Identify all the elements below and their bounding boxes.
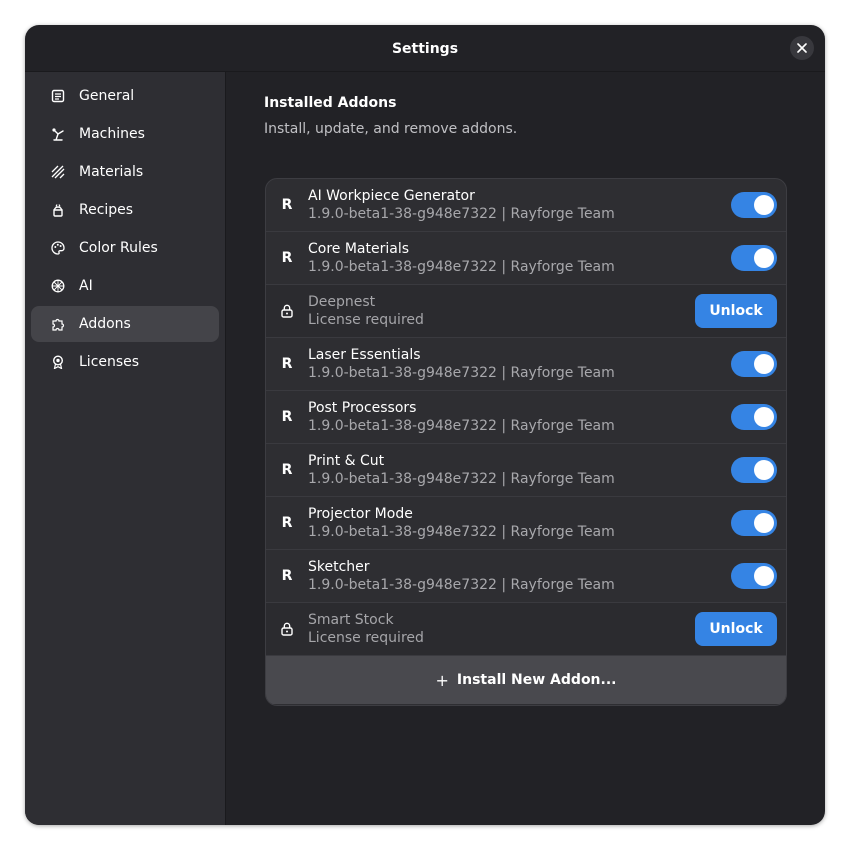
window-title: Settings <box>391 40 459 57</box>
sidebar-nav: General Machines Materials Recipes Color… <box>31 78 219 382</box>
addon-row-print-and-cut: R Print & Cut 1.9.0-beta1-38-g948e7322 |… <box>266 444 786 497</box>
addon-row-ai-workpiece-generator: R AI Workpiece Generator 1.9.0-beta1-38-… <box>266 179 786 232</box>
recipes-icon <box>51 203 65 217</box>
rayforge-icon: R <box>281 197 293 213</box>
toggle-knob <box>754 513 774 533</box>
addon-row-deepnest: Deepnest License required Unlock <box>266 285 786 338</box>
addon-name: Sketcher <box>308 559 370 575</box>
addons-page: Installed Addons Install, update, and re… <box>226 72 825 825</box>
sidebar-item-recipes[interactable]: Recipes <box>31 192 219 228</box>
sidebar-item-licenses[interactable]: Licenses <box>31 344 219 380</box>
addon-toggle[interactable] <box>731 192 777 218</box>
addon-name: Projector Mode <box>308 506 413 522</box>
addon-toggle[interactable] <box>731 510 777 536</box>
sidebar: General Machines Materials Recipes Color… <box>25 72 226 825</box>
sidebar-item-label: Addons <box>79 316 131 332</box>
addon-version: 1.9.0-beta1-38-g948e7322 | Rayforge Team <box>308 259 615 275</box>
puzzle-icon <box>51 317 65 331</box>
sidebar-item-label: Licenses <box>79 354 140 370</box>
addon-name: Print & Cut <box>308 453 385 469</box>
addon-version: 1.9.0-beta1-38-g948e7322 | Rayforge Team <box>308 206 615 222</box>
sidebar-item-label: Color Rules <box>79 240 158 256</box>
addon-name: AI Workpiece Generator <box>308 188 475 204</box>
settings-window: Settings General Machines Materials Reci… <box>25 25 825 825</box>
toggle-knob <box>754 407 774 427</box>
sidebar-item-label: Recipes <box>79 202 134 218</box>
sidebar-item-label: General <box>79 88 135 104</box>
addon-row-projector-mode: R Projector Mode 1.9.0-beta1-38-g948e732… <box>266 497 786 550</box>
addon-row-sketcher: R Sketcher 1.9.0-beta1-38-g948e7322 | Ra… <box>266 550 786 603</box>
addon-row-smart-stock: Smart Stock License required Unlock <box>266 603 786 656</box>
ai-icon <box>51 279 65 293</box>
section-title: Installed Addons <box>264 95 397 111</box>
addon-row-core-materials: R Core Materials 1.9.0-beta1-38-g948e732… <box>266 232 786 285</box>
sidebar-item-general[interactable]: General <box>31 78 219 114</box>
sidebar-item-label: AI <box>79 278 93 294</box>
machine-icon <box>51 127 65 141</box>
addon-name: Core Materials <box>308 241 410 257</box>
addon-toggle[interactable] <box>731 563 777 589</box>
license-icon <box>51 355 65 369</box>
unlock-button[interactable]: Unlock <box>695 612 777 646</box>
addon-row-post-processors: R Post Processors 1.9.0-beta1-38-g948e73… <box>266 391 786 444</box>
toggle-knob <box>754 195 774 215</box>
sidebar-item-machines[interactable]: Machines <box>31 116 219 152</box>
lock-icon <box>266 622 308 636</box>
install-new-addon-button[interactable]: + Install New Addon... <box>266 656 786 704</box>
addon-version: 1.9.0-beta1-38-g948e7322 | Rayforge Team <box>308 471 615 487</box>
close-icon <box>797 43 807 53</box>
addon-row-laser-essentials: R Laser Essentials 1.9.0-beta1-38-g948e7… <box>266 338 786 391</box>
sidebar-item-materials[interactable]: Materials <box>31 154 219 190</box>
close-button[interactable] <box>790 36 814 60</box>
install-new-addon-label: Install New Addon... <box>456 672 617 688</box>
general-icon <box>51 89 65 103</box>
sidebar-item-addons[interactable]: Addons <box>31 306 219 342</box>
sidebar-item-ai[interactable]: AI <box>31 268 219 304</box>
rayforge-icon: R <box>281 515 293 531</box>
addon-version: 1.9.0-beta1-38-g948e7322 | Rayforge Team <box>308 365 615 381</box>
rayforge-icon: R <box>281 462 293 478</box>
rayforge-icon: R <box>281 356 293 372</box>
addon-list: R AI Workpiece Generator 1.9.0-beta1-38-… <box>265 178 787 706</box>
sidebar-item-label: Materials <box>79 164 144 180</box>
toggle-knob <box>754 566 774 586</box>
palette-icon <box>51 241 65 255</box>
toggle-knob <box>754 248 774 268</box>
title-bar: Settings <box>25 25 825 72</box>
addon-version: 1.9.0-beta1-38-g948e7322 | Rayforge Team <box>308 524 615 540</box>
toggle-knob <box>754 460 774 480</box>
unlock-button[interactable]: Unlock <box>695 294 777 328</box>
rayforge-icon: R <box>281 409 293 425</box>
plus-icon: + <box>435 670 449 690</box>
addon-toggle[interactable] <box>731 245 777 271</box>
rayforge-icon: R <box>281 568 293 584</box>
addon-version: 1.9.0-beta1-38-g948e7322 | Rayforge Team <box>308 577 615 593</box>
addon-name: Laser Essentials <box>308 347 421 363</box>
lock-icon <box>266 304 308 318</box>
addon-toggle[interactable] <box>731 457 777 483</box>
sidebar-item-label: Machines <box>79 126 145 142</box>
toggle-knob <box>754 354 774 374</box>
addon-name: Post Processors <box>308 400 417 416</box>
addon-toggle[interactable] <box>731 404 777 430</box>
sidebar-item-color-rules[interactable]: Color Rules <box>31 230 219 266</box>
addon-version: 1.9.0-beta1-38-g948e7322 | Rayforge Team <box>308 418 615 434</box>
addon-toggle[interactable] <box>731 351 777 377</box>
section-subtitle: Install, update, and remove addons. <box>264 121 518 137</box>
rayforge-icon: R <box>281 250 293 266</box>
materials-icon <box>51 165 65 179</box>
